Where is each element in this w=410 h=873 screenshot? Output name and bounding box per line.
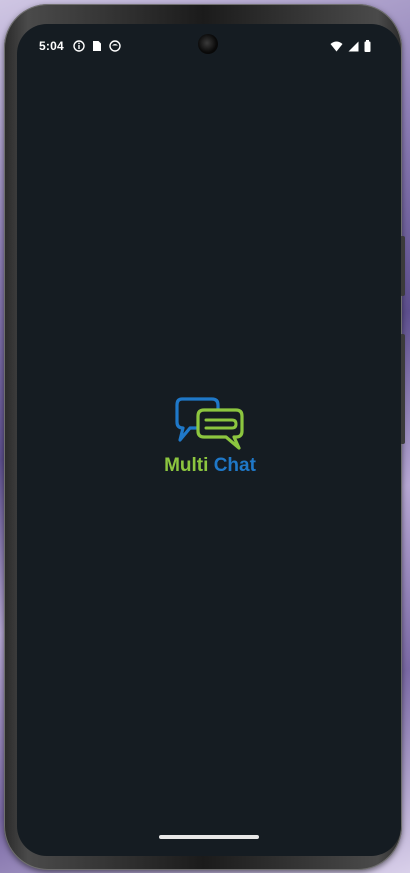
app-screen: 5:04 Multi Chat (17, 24, 401, 856)
status-time: 5:04 (39, 39, 64, 53)
sim-card-icon (92, 39, 102, 57)
notification-icon (109, 39, 121, 57)
home-indicator[interactable] (159, 835, 259, 839)
status-icons-right (330, 39, 371, 57)
multi-chat-logo: Multi Chat (156, 396, 264, 478)
info-icon (73, 39, 85, 57)
battery-icon (364, 39, 371, 57)
logo-wordmark: Multi Chat (156, 455, 264, 477)
chat-bubbles-icon (174, 396, 246, 451)
logo-word-chat: Chat (213, 455, 256, 476)
phone-frame: 5:04 Multi Chat (4, 4, 405, 870)
status-icons-left (73, 39, 121, 57)
logo-word-multi: Multi (164, 455, 209, 476)
wifi-icon (330, 39, 343, 57)
front-camera (198, 34, 218, 54)
cell-signal-icon (348, 39, 359, 57)
